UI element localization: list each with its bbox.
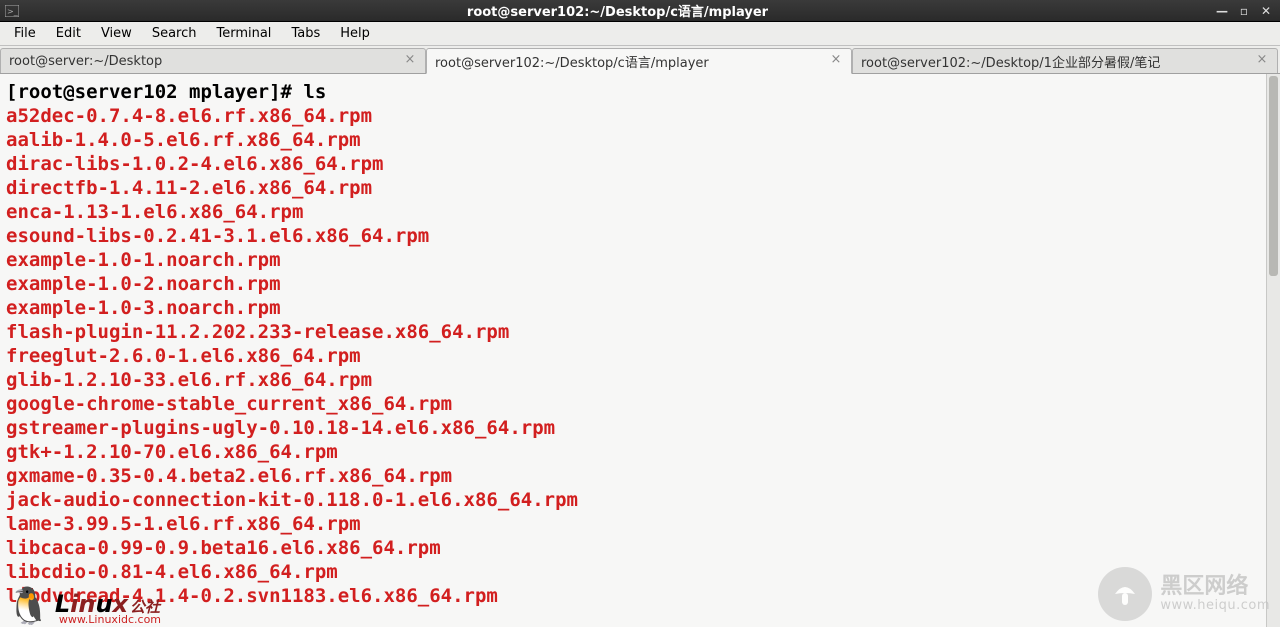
shell-prompt: [root@server102 mplayer]# xyxy=(6,81,303,103)
tabbar: root@server:~/Desktop × root@server102:~… xyxy=(0,46,1280,74)
watermark-url-left: www.Linuxidc.com xyxy=(59,614,161,625)
watermark-heiqu: 黑区网络 www.heiqu.com xyxy=(1098,567,1270,621)
list-item: a52dec-0.7.4-8.el6.rf.x86_64.rpm xyxy=(6,105,372,127)
list-item: enca-1.13-1.el6.x86_64.rpm xyxy=(6,201,303,223)
terminal-area[interactable]: [root@server102 mplayer]# ls a52dec-0.7.… xyxy=(0,74,1280,627)
list-item: example-1.0-1.noarch.rpm xyxy=(6,249,281,271)
tab-label: root@server:~/Desktop xyxy=(9,54,397,69)
list-item: lame-3.99.5-1.el6.rf.x86_64.rpm xyxy=(6,513,361,535)
list-item: directfb-1.4.11-2.el6.x86_64.rpm xyxy=(6,177,372,199)
list-item: example-1.0-3.noarch.rpm xyxy=(6,297,281,319)
tab-1[interactable]: root@server102:~/Desktop/c语言/mplayer × xyxy=(426,48,852,74)
list-item: aalib-1.4.0-5.el6.rf.x86_64.rpm xyxy=(6,129,361,151)
scrollbar-thumb[interactable] xyxy=(1269,76,1278,276)
mushroom-icon xyxy=(1098,567,1152,621)
tab-close-icon[interactable]: × xyxy=(403,54,417,68)
menu-tabs[interactable]: Tabs xyxy=(281,24,330,43)
menubar: File Edit View Search Terminal Tabs Help xyxy=(0,22,1280,46)
tab-2[interactable]: root@server102:~/Desktop/1企业部分暑假/笔记 × xyxy=(852,48,1278,73)
watermark-linux: 🐧 Linux公社 www.Linuxidc.com xyxy=(6,589,161,625)
list-item: libcdio-0.81-4.el6.x86_64.rpm xyxy=(6,561,338,583)
watermark-brand: Linux公社 www.Linuxidc.com xyxy=(55,592,161,625)
list-item: glib-1.2.10-33.el6.rf.x86_64.rpm xyxy=(6,369,372,391)
menu-terminal[interactable]: Terminal xyxy=(206,24,281,43)
watermark-url-right: www.heiqu.com xyxy=(1160,599,1270,613)
menu-help[interactable]: Help xyxy=(330,24,380,43)
menu-file[interactable]: File xyxy=(4,24,46,43)
list-item: freeglut-2.6.0-1.el6.x86_64.rpm xyxy=(6,345,361,367)
watermark-cn: 黑区网络 xyxy=(1160,575,1270,599)
tab-0[interactable]: root@server:~/Desktop × xyxy=(0,48,426,73)
svg-text:>_: >_ xyxy=(7,7,19,16)
maximize-button[interactable]: ▫ xyxy=(1236,4,1252,18)
window-title: root@server102:~/Desktop/c语言/mplayer xyxy=(21,1,1214,20)
terminal-content[interactable]: [root@server102 mplayer]# ls a52dec-0.7.… xyxy=(0,74,1280,614)
window-titlebar: >_ root@server102:~/Desktop/c语言/mplayer … xyxy=(0,0,1280,22)
list-item: flash-plugin-11.2.202.233-release.x86_64… xyxy=(6,321,509,343)
list-item: gxmame-0.35-0.4.beta2.el6.rf.x86_64.rpm xyxy=(6,465,452,487)
terminal-app-icon: >_ xyxy=(3,2,21,20)
list-item: gstreamer-plugins-ugly-0.10.18-14.el6.x8… xyxy=(6,417,555,439)
tab-close-icon[interactable]: × xyxy=(1255,54,1269,68)
watermark-text: 黑区网络 www.heiqu.com xyxy=(1160,575,1270,613)
list-item: jack-audio-connection-kit-0.118.0-1.el6.… xyxy=(6,489,578,511)
tux-icon: 🐧 xyxy=(6,589,51,625)
close-button[interactable]: ✕ xyxy=(1258,4,1274,18)
vertical-scrollbar[interactable] xyxy=(1266,74,1280,627)
window-controls: — ▫ ✕ xyxy=(1214,4,1280,18)
tab-label: root@server102:~/Desktop/1企业部分暑假/笔记 xyxy=(861,52,1249,71)
list-item: esound-libs-0.2.41-3.1.el6.x86_64.rpm xyxy=(6,225,429,247)
list-item: libcaca-0.99-0.9.beta16.el6.x86_64.rpm xyxy=(6,537,441,559)
menu-edit[interactable]: Edit xyxy=(46,24,91,43)
list-item: example-1.0-2.noarch.rpm xyxy=(6,273,281,295)
shell-command: ls xyxy=(303,81,326,103)
menu-view[interactable]: View xyxy=(91,24,142,43)
list-item: google-chrome-stable_current_x86_64.rpm xyxy=(6,393,452,415)
menu-search[interactable]: Search xyxy=(142,24,207,43)
tab-label: root@server102:~/Desktop/c语言/mplayer xyxy=(435,52,823,71)
minimize-button[interactable]: — xyxy=(1214,4,1230,18)
tab-close-icon[interactable]: × xyxy=(829,54,843,68)
list-item: gtk+-1.2.10-70.el6.x86_64.rpm xyxy=(6,441,338,463)
list-item: dirac-libs-1.0.2-4.el6.x86_64.rpm xyxy=(6,153,384,175)
